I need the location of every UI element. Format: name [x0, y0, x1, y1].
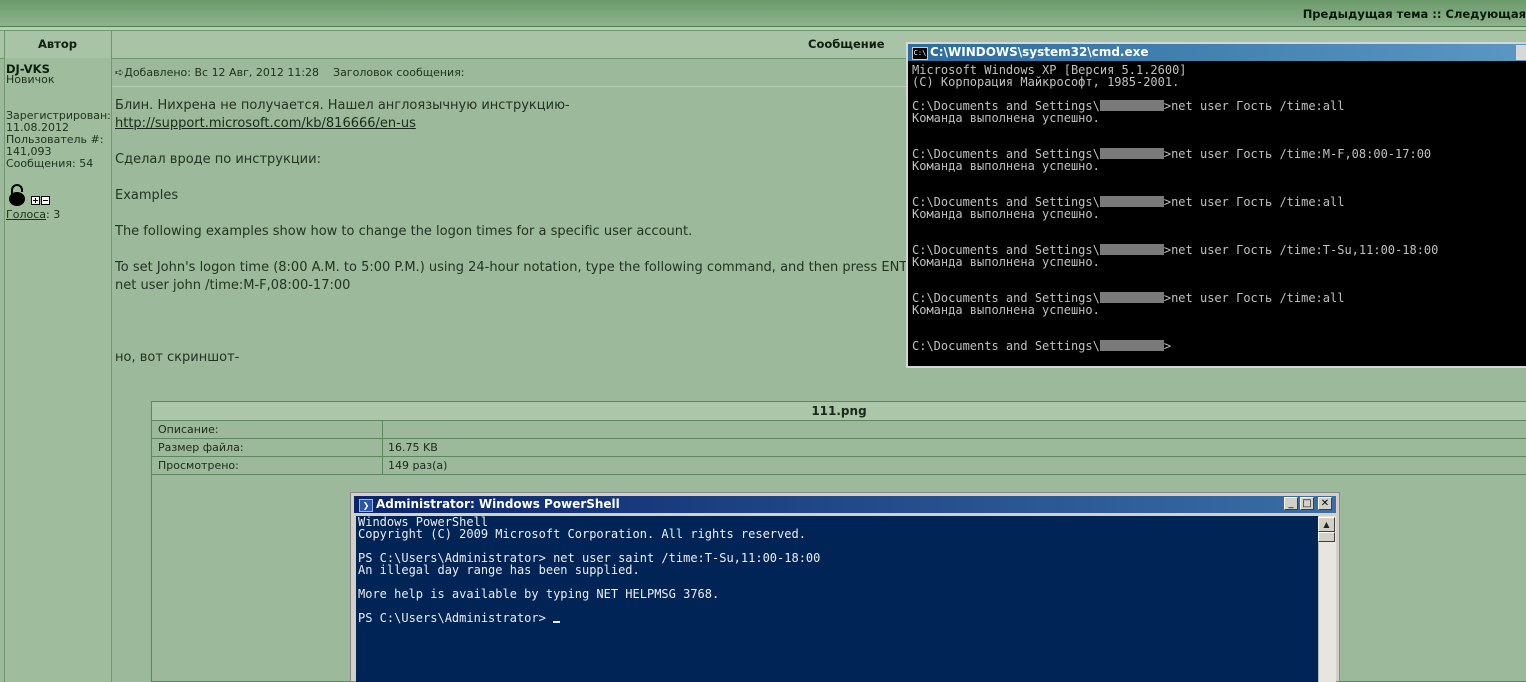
cmd-icon: C:\	[912, 47, 928, 60]
maximize-button[interactable]: □	[1300, 497, 1314, 510]
scroll-up-button[interactable]: ▲	[1318, 517, 1335, 532]
top-bar	[0, 0, 1526, 28]
redacted-username	[1099, 148, 1164, 159]
divider	[4, 30, 5, 682]
post-line: Блин. Нихрена не получается. Нашел англо…	[115, 98, 570, 113]
post-arrow-icon[interactable]: ➪	[115, 66, 124, 79]
redacted-username	[1099, 292, 1164, 303]
votes: Голоса: 3	[6, 209, 60, 221]
powershell-line: An illegal day range has been supplied.	[358, 563, 640, 577]
post-line: net user john /time:M-F,08:00-17:00	[115, 278, 351, 293]
powershell-line: More help is available by typing NET HEL…	[358, 587, 720, 601]
cmd-line: C:\Documents and Settings\ >	[912, 339, 1172, 353]
author-column-header: Автор	[38, 37, 77, 51]
powershell-line: PS C:\Users\Administrator>	[358, 612, 820, 624]
powershell-title: Administrator: Windows PowerShell	[376, 497, 620, 511]
redacted-username	[1099, 340, 1164, 351]
attachment-value: 149 раз(а)	[388, 459, 448, 472]
votes-count: : 3	[46, 208, 61, 221]
text-cursor	[553, 621, 561, 623]
cmd-line	[912, 316, 1524, 328]
minimize-button[interactable]: _	[1284, 497, 1298, 510]
cmd-output[interactable]: Microsoft Windows XP [Версия 5.1.2600] (С…	[912, 64, 1524, 364]
attachment-row: Описание:	[152, 421, 1526, 439]
cmd-line: Команда выполнена успешно.	[912, 255, 1100, 269]
message-count: Сообщения: 54	[6, 157, 94, 170]
post-meta-text: Добавлено: Вс 12 Авг, 2012 11:28 Заголов…	[124, 66, 465, 79]
divider	[112, 86, 912, 87]
lock-icon	[7, 184, 27, 210]
cmd-close-button[interactable]	[1516, 45, 1526, 60]
post-line: The following examples show how to chang…	[115, 224, 693, 239]
powershell-output: Windows PowerShell Copyright (C) 2009 Mic…	[358, 516, 820, 624]
attachment-label: Описание:	[158, 423, 219, 436]
attachment-filename: 111.png	[152, 402, 1526, 421]
support-link[interactable]: http://support.microsoft.com/kb/816666/e…	[115, 116, 416, 131]
author-rank: Новичок	[6, 73, 55, 86]
post-line: но, вот скриншот-	[115, 350, 240, 365]
cmd-line	[912, 124, 1524, 136]
close-button[interactable]: ✕	[1318, 497, 1332, 510]
post-line: Сделал вроде по инструкции:	[115, 152, 321, 167]
redacted-username	[1099, 100, 1164, 111]
cmd-line	[912, 220, 1524, 232]
scroll-thumb[interactable]	[1318, 532, 1335, 542]
cmd-title: C:\WINDOWS\system32\cmd.exe	[930, 45, 1149, 59]
author-details: Зарегистрирован: 11.08.2012 Пользователь…	[6, 110, 114, 170]
post-meta: ➪Добавлено: Вс 12 Авг, 2012 11:28 Заголо…	[115, 66, 465, 79]
attachment-value: 16.75 KB	[388, 441, 438, 454]
redacted-username	[1099, 244, 1164, 255]
attachment-row: Просмотрено: 149 раз(а)	[152, 457, 1526, 475]
attachment-row: Размер файла: 16.75 KB	[152, 439, 1526, 457]
post-line: To set John's logon time (8:00 A.M. to 5…	[115, 260, 929, 275]
redacted-username	[1099, 196, 1164, 207]
post-line: Examples	[115, 188, 179, 203]
attachment-label: Просмотрено:	[158, 459, 239, 472]
attachment-label: Размер файла:	[158, 441, 244, 454]
post-link[interactable]: http://support.microsoft.com/kb/816666/e…	[115, 115, 416, 133]
message-column-header: Сообщение	[808, 37, 885, 51]
topic-navigation-links[interactable]: Предыдущая тема :: Следующая	[1303, 7, 1526, 21]
powershell-line: Copyright (C) 2009 Microsoft Corporation…	[358, 527, 806, 541]
cmd-line	[912, 172, 1524, 184]
cmd-line: Команда выполнена успешно.	[912, 207, 1100, 221]
cmd-line: (С) Корпорация Майкрософт, 1985-2001.	[912, 75, 1180, 89]
cmd-line: Команда выполнена успешно.	[912, 111, 1100, 125]
cmd-line: Команда выполнена успешно.	[912, 159, 1100, 173]
votes-link[interactable]: Голоса	[6, 208, 46, 221]
powershell-icon: ❯	[359, 499, 373, 512]
cmd-line: Команда выполнена успешно.	[912, 303, 1100, 317]
cmd-line	[912, 268, 1524, 280]
